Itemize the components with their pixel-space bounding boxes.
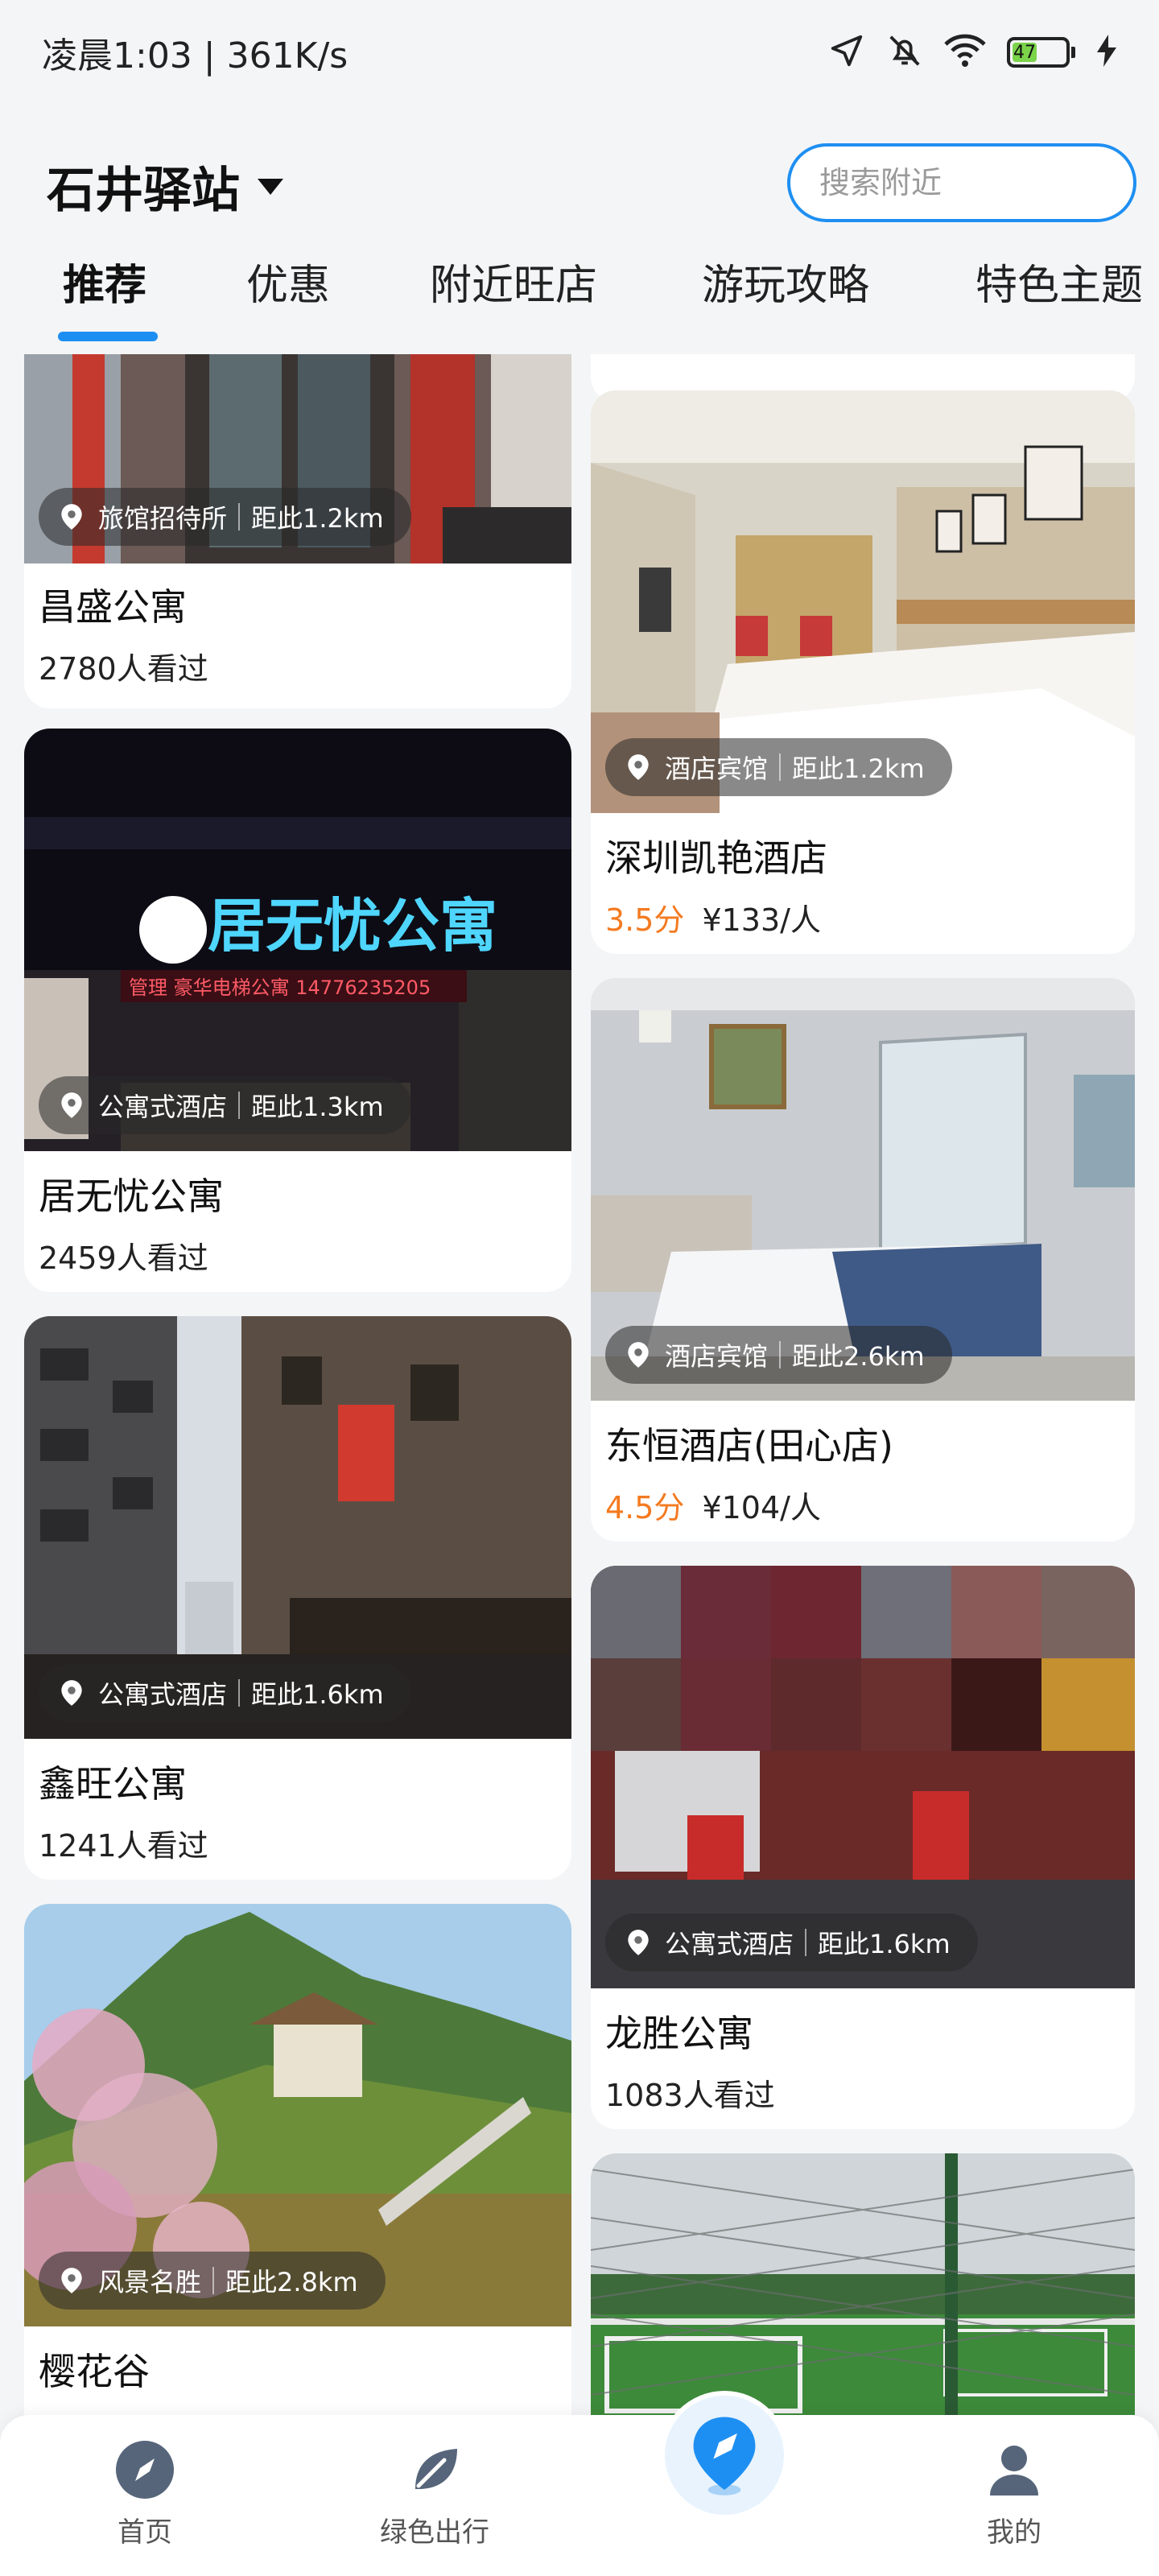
status-time: 凌晨1:03 | 361K/s — [42, 35, 349, 76]
card-tag: 公寓式酒店 距此1.3km — [39, 1076, 411, 1134]
poi-card-dongheng[interactable]: 酒店宾馆 距此2.6km 东恒酒店(田心店) 4.5分 ¥104/人 — [591, 978, 1135, 1542]
card-distance: 距此2.8km — [225, 2267, 358, 2297]
card-category: 风景名胜 — [98, 2267, 202, 2297]
card-distance: 距此1.3km — [251, 1092, 384, 1122]
card-price: ¥104/人 — [702, 1490, 821, 1525]
card-tag: 酒店宾馆 距此1.2km — [605, 738, 952, 796]
nav-home[interactable]: 首页 — [64, 2438, 225, 2549]
card-photo — [591, 2153, 1135, 2415]
tab-discount[interactable]: 优惠 — [246, 251, 330, 312]
card-distance: 距此1.2km — [792, 753, 925, 784]
card-title: 东恒酒店(田心店) — [605, 1424, 893, 1468]
card-meta: 2459人看过 — [39, 1233, 208, 1278]
location-pin-icon — [628, 1342, 649, 1368]
card-tag: 公寓式酒店 距此1.6km — [39, 1664, 411, 1722]
sign-subtext: 管理 豪华电梯公寓 14776235205 — [129, 976, 431, 999]
poi-card-xinwang[interactable]: 公寓式酒店 距此1.6km 鑫旺公寓 1241人看过 — [24, 1316, 571, 1880]
card-tag: 公寓式酒店 距此1.6km — [605, 1913, 978, 1971]
leaf-icon — [415, 2449, 457, 2489]
compass-icon — [116, 2441, 174, 2499]
card-distance: 距此1.2km — [251, 503, 384, 534]
poi-card-field[interactable] — [591, 2153, 1135, 2415]
location-pin-icon — [628, 1930, 649, 1955]
card-views: 1241人看过 — [39, 1828, 208, 1864]
location-name: 石井驿站 — [47, 163, 240, 219]
battery-level: 47 — [1013, 42, 1037, 63]
card-tag: 风景名胜 距此2.8km — [39, 2252, 386, 2310]
card-title: 龙胜公寓 — [605, 2012, 753, 2055]
card-distance: 距此2.6km — [792, 1341, 925, 1372]
search-box: 搜索 — [787, 143, 1136, 222]
card-category: 公寓式酒店 — [98, 1092, 228, 1122]
nav-home-label: 首页 — [118, 2516, 172, 2549]
status-icons: 47 — [828, 32, 1117, 72]
location-pin-icon — [61, 2268, 82, 2293]
tab-indicator — [58, 332, 158, 341]
location-pin-icon — [61, 504, 82, 530]
poi-card-juwuyou[interactable]: 居无忧公寓 管理 豪华电梯公寓 14776235205 公寓式酒店 距此1.3k… — [24, 729, 571, 1292]
card-title: 樱花谷 — [39, 2350, 150, 2393]
tab-special-theme[interactable]: 特色主题 — [975, 251, 1143, 312]
card-views: 2459人看过 — [39, 1241, 208, 1276]
card-distance: 距此1.6km — [818, 1929, 951, 1959]
poi-card-changsheng[interactable]: 旅馆招待所 距此1.2km 昌盛公寓 2780人看过 — [24, 354, 571, 708]
card-price: ¥133/人 — [702, 902, 821, 938]
card-meta: 1241人看过 — [39, 1821, 208, 1865]
card-title: 深圳凯艳酒店 — [605, 836, 827, 880]
poi-card-longsheng[interactable]: 公寓式酒店 距此1.6km 龙胜公寓 1083人看过 — [591, 1566, 1135, 2129]
user-icon — [990, 2446, 1038, 2496]
card-tag: 酒店宾馆 距此2.6km — [605, 1326, 952, 1384]
tab-travel-guide[interactable]: 游玩攻略 — [702, 251, 869, 312]
card-title: 昌盛公寓 — [39, 585, 187, 629]
card-category: 公寓式酒店 — [98, 1679, 228, 1710]
tab-nearby-shops[interactable]: 附近旺店 — [430, 251, 597, 312]
card-category: 公寓式酒店 — [665, 1929, 794, 1959]
card-rating: 3.5分 — [605, 902, 685, 938]
location-selector[interactable]: 石井驿站 — [47, 151, 283, 221]
mute-bell-icon — [886, 32, 923, 72]
sign-text: 居无忧公寓 — [208, 892, 497, 960]
poi-card-yinghuagu[interactable]: 风景名胜 距此2.8km 樱花谷 — [24, 1904, 571, 2415]
card-category: 酒店宾馆 — [665, 753, 769, 784]
battery-icon: 47 — [1007, 37, 1075, 68]
nav-mine[interactable]: 我的 — [934, 2438, 1095, 2549]
category-tabs: 推荐 优惠 附近旺店 游玩攻略 特色主题 — [0, 242, 1159, 346]
poi-card-kaiyan[interactable]: 酒店宾馆 距此1.2km 深圳凯艳酒店 3.5分 ¥133/人 — [591, 390, 1135, 954]
wifi-icon — [944, 32, 986, 72]
nav-green-travel[interactable]: 绿色出行 — [354, 2438, 515, 2549]
bottom-nav: 首页 绿色出行 我的 — [0, 2391, 1159, 2576]
location-pin-icon — [628, 754, 649, 780]
location-arrow-icon — [828, 32, 865, 72]
nav-green-label: 绿色出行 — [380, 2516, 489, 2549]
card-meta: 1083人看过 — [605, 2070, 775, 2115]
status-bar: 凌晨1:03 | 361K/s 47 — [0, 0, 1159, 105]
header: 石井驿站 搜索 — [0, 137, 1159, 225]
card-category: 旅馆招待所 — [98, 503, 228, 534]
card-category: 酒店宾馆 — [665, 1341, 769, 1372]
caret-down-icon — [258, 178, 283, 195]
card-title: 鑫旺公寓 — [39, 1762, 187, 1806]
card-rating: 4.5分 — [605, 1490, 685, 1525]
card-meta: 2780人看过 — [39, 644, 208, 688]
map-locate-button[interactable] — [660, 2391, 789, 2520]
location-pin-icon — [61, 1092, 82, 1118]
location-pin-icon — [61, 1680, 82, 1706]
map-pin-icon — [693, 2417, 756, 2496]
feed: 旅馆招待所 距此1.2km 昌盛公寓 2780人看过 居无忧公寓 管理 豪华电梯… — [0, 354, 1159, 2415]
search-input[interactable] — [790, 147, 1133, 219]
tab-recommend[interactable]: 推荐 — [63, 251, 146, 312]
card-views: 2780人看过 — [39, 651, 208, 687]
charging-icon — [1096, 35, 1117, 70]
card-tag: 旅馆招待所 距此1.2km — [39, 488, 411, 546]
nav-mine-label: 我的 — [987, 2516, 1041, 2549]
card-meta: 4.5分 ¥104/人 — [605, 1483, 821, 1527]
card-title: 居无忧公寓 — [39, 1174, 224, 1218]
card-meta: 3.5分 ¥133/人 — [605, 895, 821, 939]
card-distance: 距此1.6km — [251, 1679, 384, 1710]
card-views: 1083人看过 — [605, 2078, 775, 2113]
